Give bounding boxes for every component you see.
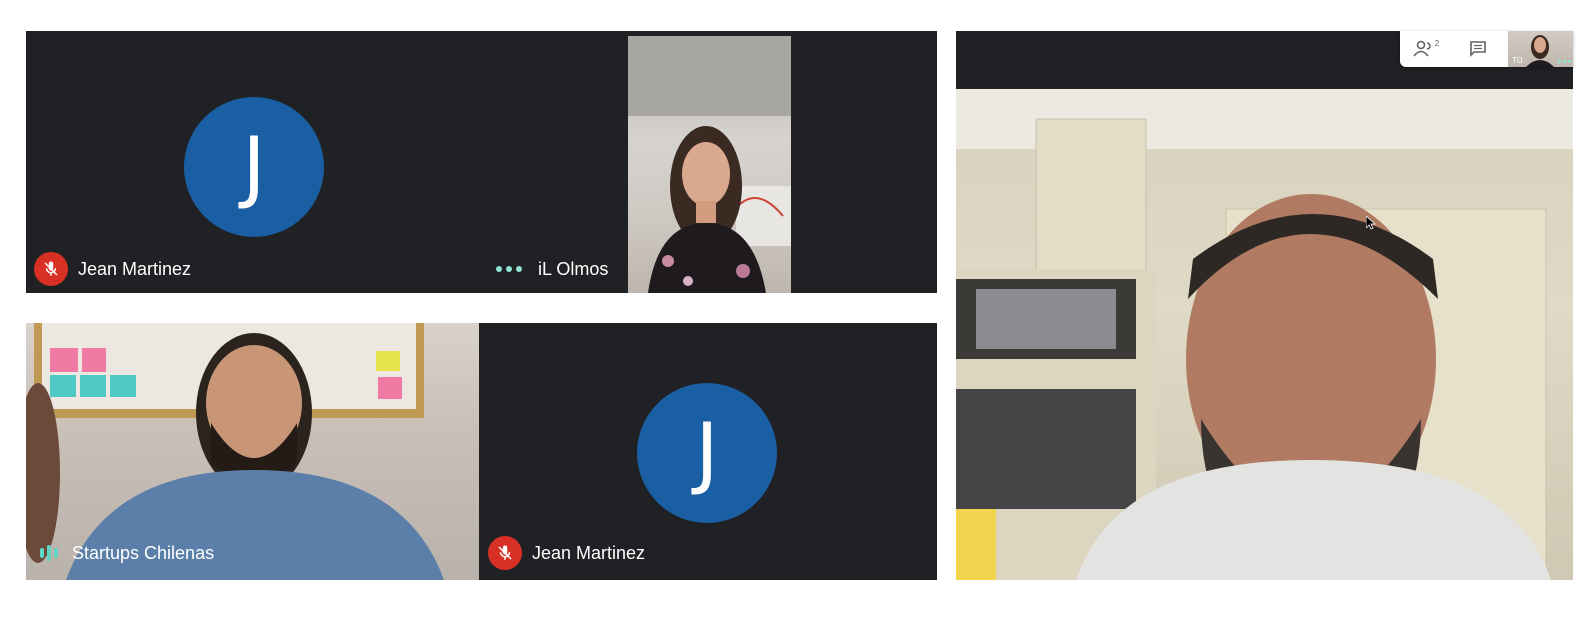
participant-video-il-olmos xyxy=(628,36,791,293)
more-options-dots-icon[interactable] xyxy=(496,266,522,272)
participant-tile-bottom[interactable]: Startups Chilenas J Jean Martinez xyxy=(26,323,937,580)
chat-button[interactable] xyxy=(1452,31,1504,67)
participant-name: iL Olmos xyxy=(538,258,609,279)
chat-icon xyxy=(1470,41,1486,57)
name-tag-jean-martinez: Jean Martinez xyxy=(34,252,191,286)
people-button[interactable]: 2 xyxy=(1400,31,1452,67)
self-view-thumbnail[interactable]: TÚ xyxy=(1508,31,1573,67)
self-label: TÚ xyxy=(1512,56,1523,65)
main-speaker-panel[interactable] xyxy=(956,31,1573,580)
speaking-indicator-icon xyxy=(40,545,58,561)
self-options-dots-icon[interactable] xyxy=(1558,60,1571,63)
name-tag-startups-chilenas: Startups Chilenas xyxy=(40,536,214,570)
avatar-jean-martinez: J xyxy=(637,383,777,523)
person-figure-icon xyxy=(628,36,791,293)
participant-name: Jean Martinez xyxy=(78,258,192,279)
participant-tile-top[interactable]: J Jean Martinez iL Olmos xyxy=(26,31,937,293)
person-figure-icon xyxy=(956,89,1573,580)
people-icon xyxy=(1413,40,1431,57)
cursor-icon xyxy=(1366,216,1376,230)
name-tag-jean-martinez-2: Jean Martinez xyxy=(488,536,645,570)
main-speaker-video xyxy=(956,89,1573,580)
participant-name: Jean Martinez xyxy=(532,542,646,563)
mic-off-icon xyxy=(34,252,68,286)
people-count: 2 xyxy=(1434,38,1440,48)
participant-name: Startups Chilenas xyxy=(72,542,215,563)
mic-off-icon xyxy=(488,536,522,570)
name-tag-il-olmos: iL Olmos xyxy=(496,252,608,286)
avatar-jean-martinez: J xyxy=(184,97,324,237)
